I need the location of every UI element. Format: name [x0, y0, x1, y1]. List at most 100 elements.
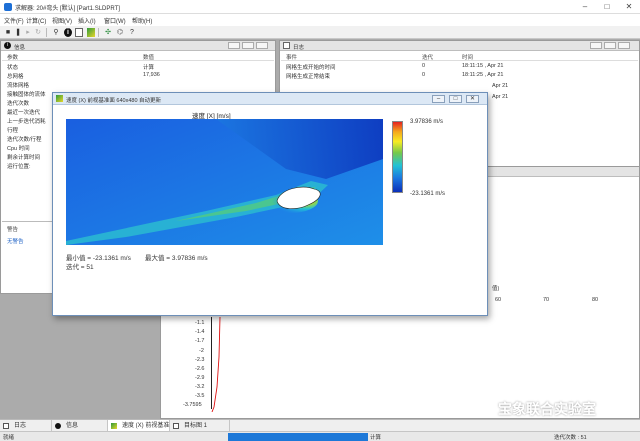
- y-tick-label: -3.5: [195, 393, 205, 399]
- log-panel-title: 日志: [293, 45, 305, 51]
- panel-minimize-icon[interactable]: [228, 42, 240, 49]
- log-icon: [283, 42, 290, 49]
- pin-icon[interactable]: ⚲: [52, 28, 60, 37]
- colorbar-max-label: 3.97836 m/s: [410, 119, 444, 125]
- info-row-label: 总网格: [7, 74, 24, 80]
- tab-bar: 日志 信息 速度 (X) 前视基准 目标图 1: [0, 419, 640, 432]
- panel-close-icon[interactable]: [618, 42, 630, 49]
- goal-curve: [211, 317, 221, 412]
- log-row-time: 18:11:25 , Apr 21: [462, 72, 504, 78]
- preview-icon: [111, 423, 117, 429]
- info-row-value: 计算: [143, 65, 155, 71]
- velocity-contour-plot: [66, 119, 383, 245]
- warning-header: 警告: [7, 227, 19, 233]
- x-tick-label: 70: [543, 297, 550, 303]
- x-tick-label: 60: [495, 297, 502, 303]
- status-left: 就绪: [3, 435, 15, 441]
- y-tick-label: -1.7: [195, 338, 205, 344]
- goal-curve-line: [211, 317, 221, 412]
- y-tick-label: -3.7595: [183, 402, 202, 408]
- colorbar-min-label: -23.1361 m/s: [410, 191, 446, 197]
- close-icon[interactable]: ✕: [618, 1, 640, 13]
- y-tick-label: -2: [199, 348, 204, 354]
- wechat-icon: [476, 399, 492, 415]
- menu-bar: 文件(F) 计算(C) 视图(V) 插入(I) 窗口(W) 帮助(H): [0, 14, 640, 26]
- info-row-label: 运行位置:: [7, 164, 31, 170]
- warning-text: 无警告: [7, 239, 24, 245]
- dialog-maximize-icon[interactable]: □: [449, 95, 462, 103]
- step-icon[interactable]: ▸: [24, 28, 32, 37]
- y-tick-label: -2.3: [195, 357, 205, 363]
- info-icon: i: [4, 42, 11, 49]
- log-row-iteration: 0: [422, 72, 426, 78]
- filter-icon[interactable]: ⌬: [116, 28, 124, 37]
- trace-icon[interactable]: ✣: [104, 28, 112, 37]
- info-row-label: 上一步迭代消耗: [7, 119, 46, 125]
- window-title: 求解器: 20#弯头 [默认] [Part1.SLDPRT]: [15, 6, 120, 12]
- dialog-title: 速度 (X) 前视基准面 640x480 自动更新: [66, 98, 162, 104]
- log-row-iteration: 0: [422, 63, 426, 69]
- info-row-label: 流体网格: [7, 83, 30, 89]
- log-icon: [3, 423, 9, 429]
- menu-help[interactable]: 帮助(H): [132, 16, 152, 25]
- maximize-icon[interactable]: □: [596, 1, 618, 13]
- info-row-label: 行程: [7, 128, 19, 134]
- preview-icon[interactable]: [87, 28, 95, 37]
- menu-window[interactable]: 窗口(W): [104, 16, 126, 25]
- minimize-icon[interactable]: –: [574, 1, 596, 13]
- chart-icon[interactable]: [75, 28, 83, 37]
- info-panel-header: i 信息: [1, 41, 275, 51]
- log-row-event: 网格生成正常结束: [286, 74, 331, 80]
- header-divider: [2, 60, 274, 61]
- chart-icon: [173, 423, 179, 429]
- y-tick-label: -2.6: [195, 366, 205, 372]
- app-icon: [4, 3, 12, 11]
- color-scale-bar: [392, 121, 403, 193]
- max-value-label: 最大值 = 3.97836 m/s: [145, 255, 208, 262]
- stop-icon[interactable]: ■: [4, 28, 12, 37]
- x-axis-label: 值): [492, 286, 500, 292]
- progress-bar: [228, 433, 368, 441]
- info-row-label: 迭代次数/行程: [7, 137, 42, 143]
- dialog-close-icon[interactable]: ✕: [466, 95, 479, 103]
- header-divider: [281, 60, 638, 61]
- dialog-minimize-icon[interactable]: –: [432, 95, 445, 103]
- info-row-label: 状态: [7, 65, 19, 71]
- refresh-icon[interactable]: ↻: [34, 28, 42, 37]
- toolbar-divider: [98, 28, 99, 37]
- menu-view[interactable]: 视图(V): [52, 16, 72, 25]
- info-icon[interactable]: i: [64, 28, 72, 37]
- x-tick-label: 80: [592, 297, 599, 303]
- panel-minimize-icon[interactable]: [590, 42, 602, 49]
- pause-icon[interactable]: ❚: [14, 28, 22, 37]
- preview-dialog: 速度 (X) 前视基准面 640x480 自动更新 – □ ✕ 速度 [X] […: [52, 92, 488, 316]
- contour-image: [66, 119, 383, 245]
- toolbar-divider: [46, 28, 47, 37]
- info-row-label: 最近一次迭代: [7, 110, 41, 116]
- info-row-label: Cpu 时间: [7, 146, 30, 152]
- info-row-label: 接触固体的流体: [7, 92, 46, 98]
- log-panel-header: 日志: [280, 41, 639, 51]
- panel-close-icon[interactable]: [256, 42, 268, 49]
- menu-file[interactable]: 文件(F): [4, 16, 24, 25]
- dialog-title-bar[interactable]: 速度 (X) 前视基准面 640x480 自动更新 – □ ✕: [53, 93, 487, 105]
- watermark-text: 宝象联合实验室: [498, 401, 596, 417]
- panel-restore-icon[interactable]: [242, 42, 254, 49]
- y-tick-label: -1.4: [195, 329, 205, 335]
- info-panel-title: 信息: [14, 45, 26, 51]
- info-row-value: 17,936: [143, 72, 160, 78]
- log-row-time: 18:11:15 , Apr 21: [462, 63, 504, 69]
- log-row-time: Apr 21: [492, 83, 509, 89]
- y-tick-label: -3.2: [195, 384, 205, 390]
- status-bar: 就绪 计算 迭代次数 : 51: [0, 431, 640, 441]
- toolbar: ■ ❚ ▸ ↻ ⚲ i ✣ ⌬ ?: [0, 26, 640, 39]
- info-row-label: 迭代次数: [7, 101, 30, 107]
- info-icon: [55, 423, 61, 429]
- status-right: 迭代次数 : 51: [554, 435, 587, 441]
- log-row-event: 网格生成开始的时间: [286, 65, 336, 71]
- menu-calculate[interactable]: 计算(C): [26, 16, 46, 25]
- menu-insert[interactable]: 插入(I): [78, 16, 96, 25]
- info-row-label: 剩余计算时间: [7, 155, 41, 161]
- help-cursor-icon[interactable]: ?: [128, 28, 136, 37]
- panel-restore-icon[interactable]: [604, 42, 616, 49]
